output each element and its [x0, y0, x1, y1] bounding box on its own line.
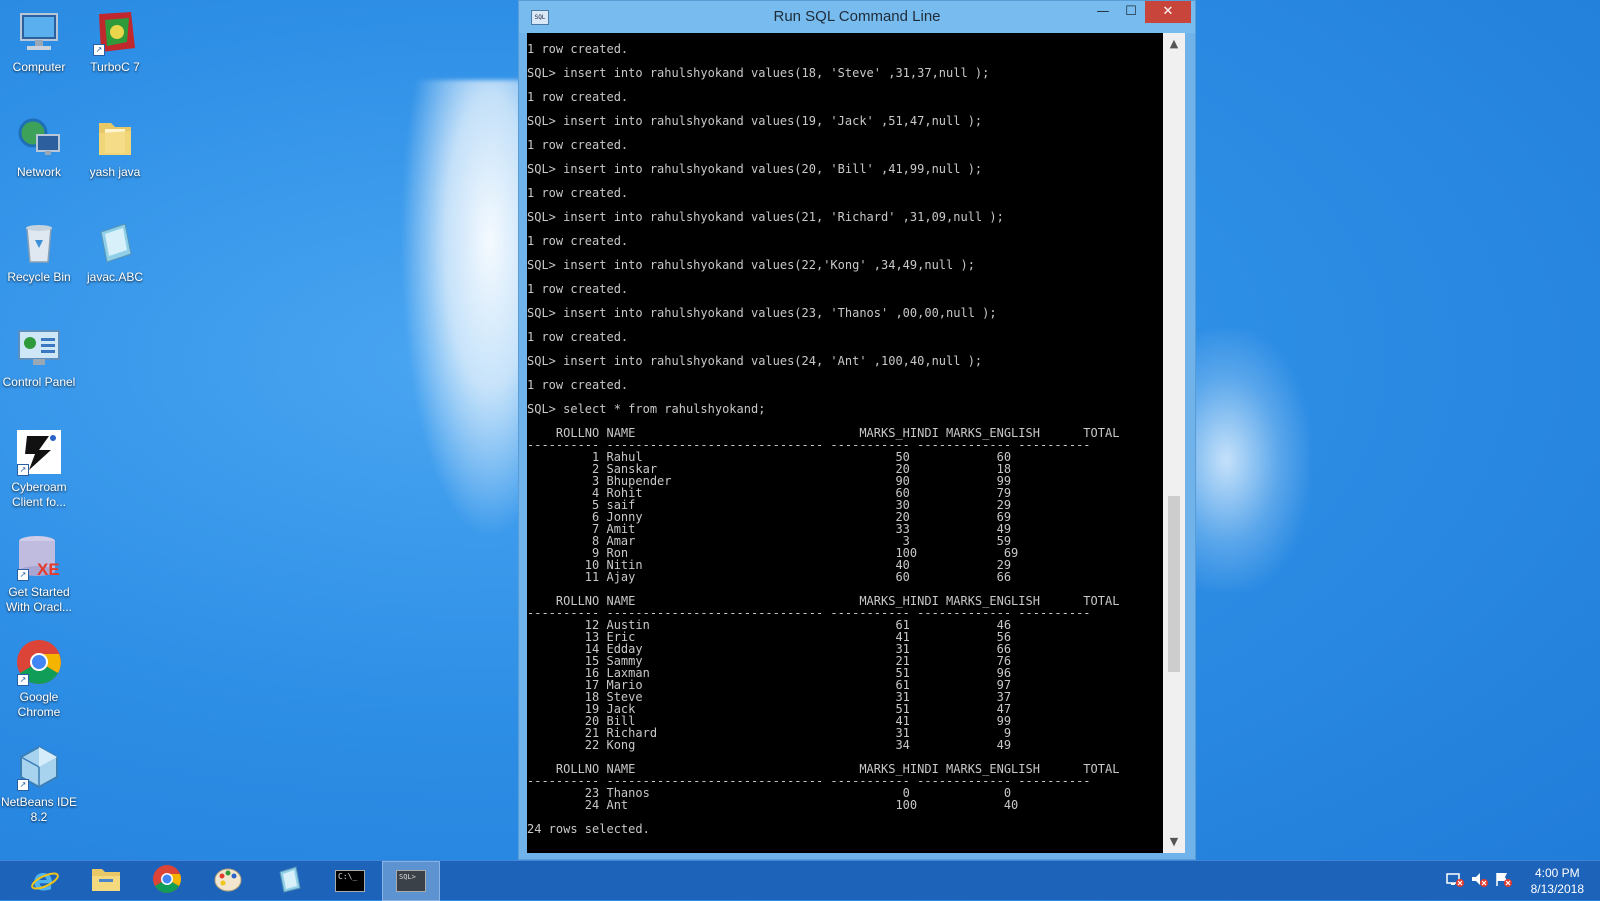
- desktop-icon-network[interactable]: Network: [0, 113, 78, 180]
- desktop-icon-netbeans[interactable]: ↗ NetBeans IDE 8.2: [0, 743, 78, 825]
- taskbar-file-explorer[interactable]: [77, 861, 135, 901]
- scrollbar-thumb[interactable]: [1168, 496, 1180, 672]
- folder-icon: [90, 865, 122, 897]
- desktop-icon-cyberoam[interactable]: ↗ Cyberoam Client fo...: [0, 428, 78, 510]
- action-center-flag-icon[interactable]: [1494, 871, 1512, 891]
- folder-icon: [91, 113, 139, 161]
- console-line: 1 row created.: [527, 90, 629, 104]
- taskbar-run-sql-command-line[interactable]: SQL>: [382, 861, 440, 901]
- taskbar-internet-explorer[interactable]: e: [16, 861, 74, 901]
- computer-icon: [15, 8, 63, 56]
- turboc-icon: ↗: [91, 8, 139, 56]
- volume-muted-icon[interactable]: [1470, 871, 1488, 891]
- notepad-file-icon: [91, 218, 139, 266]
- maximize-button[interactable]: ☐: [1117, 1, 1145, 23]
- desktop-icon-yash-java[interactable]: yash java: [76, 113, 154, 180]
- console-line: SQL> insert into rahulshyokand values(18…: [527, 66, 990, 80]
- desktop-icon-control-panel[interactable]: Control Panel: [0, 323, 78, 390]
- console-line: 1 row created.: [527, 138, 629, 152]
- clock-date: 8/13/2018: [1530, 882, 1584, 896]
- console-line: SQL> insert into rahulshyokand values(24…: [527, 354, 983, 368]
- sql-icon: SQL>: [396, 870, 426, 892]
- console-line: 1 row created.: [527, 330, 629, 344]
- console-text: 1 row created. SQL> insert into rahulshyo…: [527, 33, 1163, 835]
- desktop-icon-javac-abc[interactable]: javac.ABC: [76, 218, 154, 285]
- svg-text:e: e: [33, 864, 53, 894]
- desktop-icon-label: Recycle Bin: [7, 270, 71, 284]
- console-line: SQL> insert into rahulshyokand values(19…: [527, 114, 983, 128]
- console-line: SQL> select * from rahulshyokand;: [527, 402, 766, 416]
- recycle-bin-icon: [15, 218, 63, 266]
- console-line: 22 Kong 34 49: [527, 738, 1012, 752]
- window-titlebar[interactable]: SQL Run SQL Command Line — ☐ ✕: [519, 1, 1195, 33]
- taskbar-notepad[interactable]: [260, 861, 318, 901]
- console-line: SQL> insert into rahulshyokand values(20…: [527, 162, 983, 176]
- desktop-icon-label: Computer: [12, 60, 66, 74]
- network-status-icon[interactable]: [1446, 871, 1464, 891]
- cmd-icon: C:\_: [335, 870, 365, 892]
- console-line: SQL> insert into rahulshyokand values(23…: [527, 306, 997, 320]
- svg-text:XE: XE: [37, 560, 60, 579]
- sql-command-line-window[interactable]: SQL Run SQL Command Line — ☐ ✕ 1 row cre…: [518, 0, 1196, 860]
- desktop-icon-recycle-bin[interactable]: Recycle Bin: [0, 218, 78, 285]
- desktop-icon-label: TurboC 7: [90, 60, 140, 74]
- ie-icon: e: [30, 863, 60, 898]
- cyberoam-icon: ↗: [15, 428, 63, 476]
- taskbar-command-prompt[interactable]: C:\_: [321, 861, 379, 901]
- desktop-icon-turboc[interactable]: ↗ TurboC 7: [76, 8, 154, 75]
- wallpaper-flower-right: [1190, 330, 1310, 590]
- scroll-up-arrow-icon[interactable]: ▲: [1163, 35, 1185, 53]
- netbeans-icon: ↗: [15, 743, 63, 791]
- console-line: 11 Ajay 60 66: [527, 570, 1012, 584]
- minimize-button[interactable]: —: [1089, 1, 1117, 23]
- console-line: 1 row created.: [527, 42, 629, 56]
- chrome-icon: [152, 864, 182, 898]
- console-output[interactable]: 1 row created. SQL> insert into rahulshyo…: [527, 33, 1163, 853]
- desktop-icon-label: NetBeans IDE 8.2: [0, 795, 78, 824]
- notepad-icon: [274, 864, 304, 898]
- taskbar: e C:\_ SQL> 4:00 PM 8/13/2018: [0, 860, 1600, 901]
- close-button[interactable]: ✕: [1145, 1, 1191, 23]
- desktop-icon-label: Control Panel: [2, 375, 76, 389]
- paint-palette-icon: [213, 864, 243, 898]
- desktop-icon-label: Network: [16, 165, 61, 179]
- scroll-down-arrow-icon[interactable]: ▼: [1163, 833, 1185, 851]
- desktop-icon-label: Google Chrome: [17, 690, 61, 719]
- console-line: 1 row created.: [527, 234, 629, 248]
- console-line: SQL> insert into rahulshyokand values(22…: [527, 258, 975, 272]
- control-panel-icon: [15, 323, 63, 371]
- clock-time: 4:00 PM: [1534, 866, 1580, 880]
- desktop-icon-label: yash java: [89, 165, 141, 179]
- chrome-icon: ↗: [15, 638, 63, 686]
- taskbar-google-chrome[interactable]: [138, 861, 196, 901]
- desktop-icon-google-chrome[interactable]: ↗ Google Chrome: [0, 638, 78, 720]
- console-line: 24 rows selected.: [527, 822, 650, 836]
- taskbar-clock[interactable]: 4:00 PM 8/13/2018: [1531, 865, 1584, 897]
- desktop-icon-label: Get Started With Oracl...: [5, 585, 72, 614]
- network-icon: [15, 113, 63, 161]
- console-line: SQL> insert into rahulshyokand values(21…: [527, 210, 1004, 224]
- oracle-xe-icon: XE ↗: [15, 533, 63, 581]
- console-line: 1 row created.: [527, 186, 629, 200]
- console-line: 24 Ant 100 40: [527, 798, 1019, 812]
- taskbar-paint[interactable]: [199, 861, 257, 901]
- desktop-icon-label: javac.ABC: [86, 270, 144, 284]
- desktop-icon-oracle-xe[interactable]: XE ↗ Get Started With Oracl...: [0, 533, 78, 615]
- console-line: 1 row created.: [527, 378, 629, 392]
- desktop-icon-label: Cyberoam Client fo...: [11, 480, 67, 509]
- console-line: 1 row created.: [527, 282, 629, 296]
- vertical-scrollbar[interactable]: ▲ ▼: [1163, 33, 1185, 853]
- desktop-icon-computer[interactable]: Computer: [0, 8, 78, 75]
